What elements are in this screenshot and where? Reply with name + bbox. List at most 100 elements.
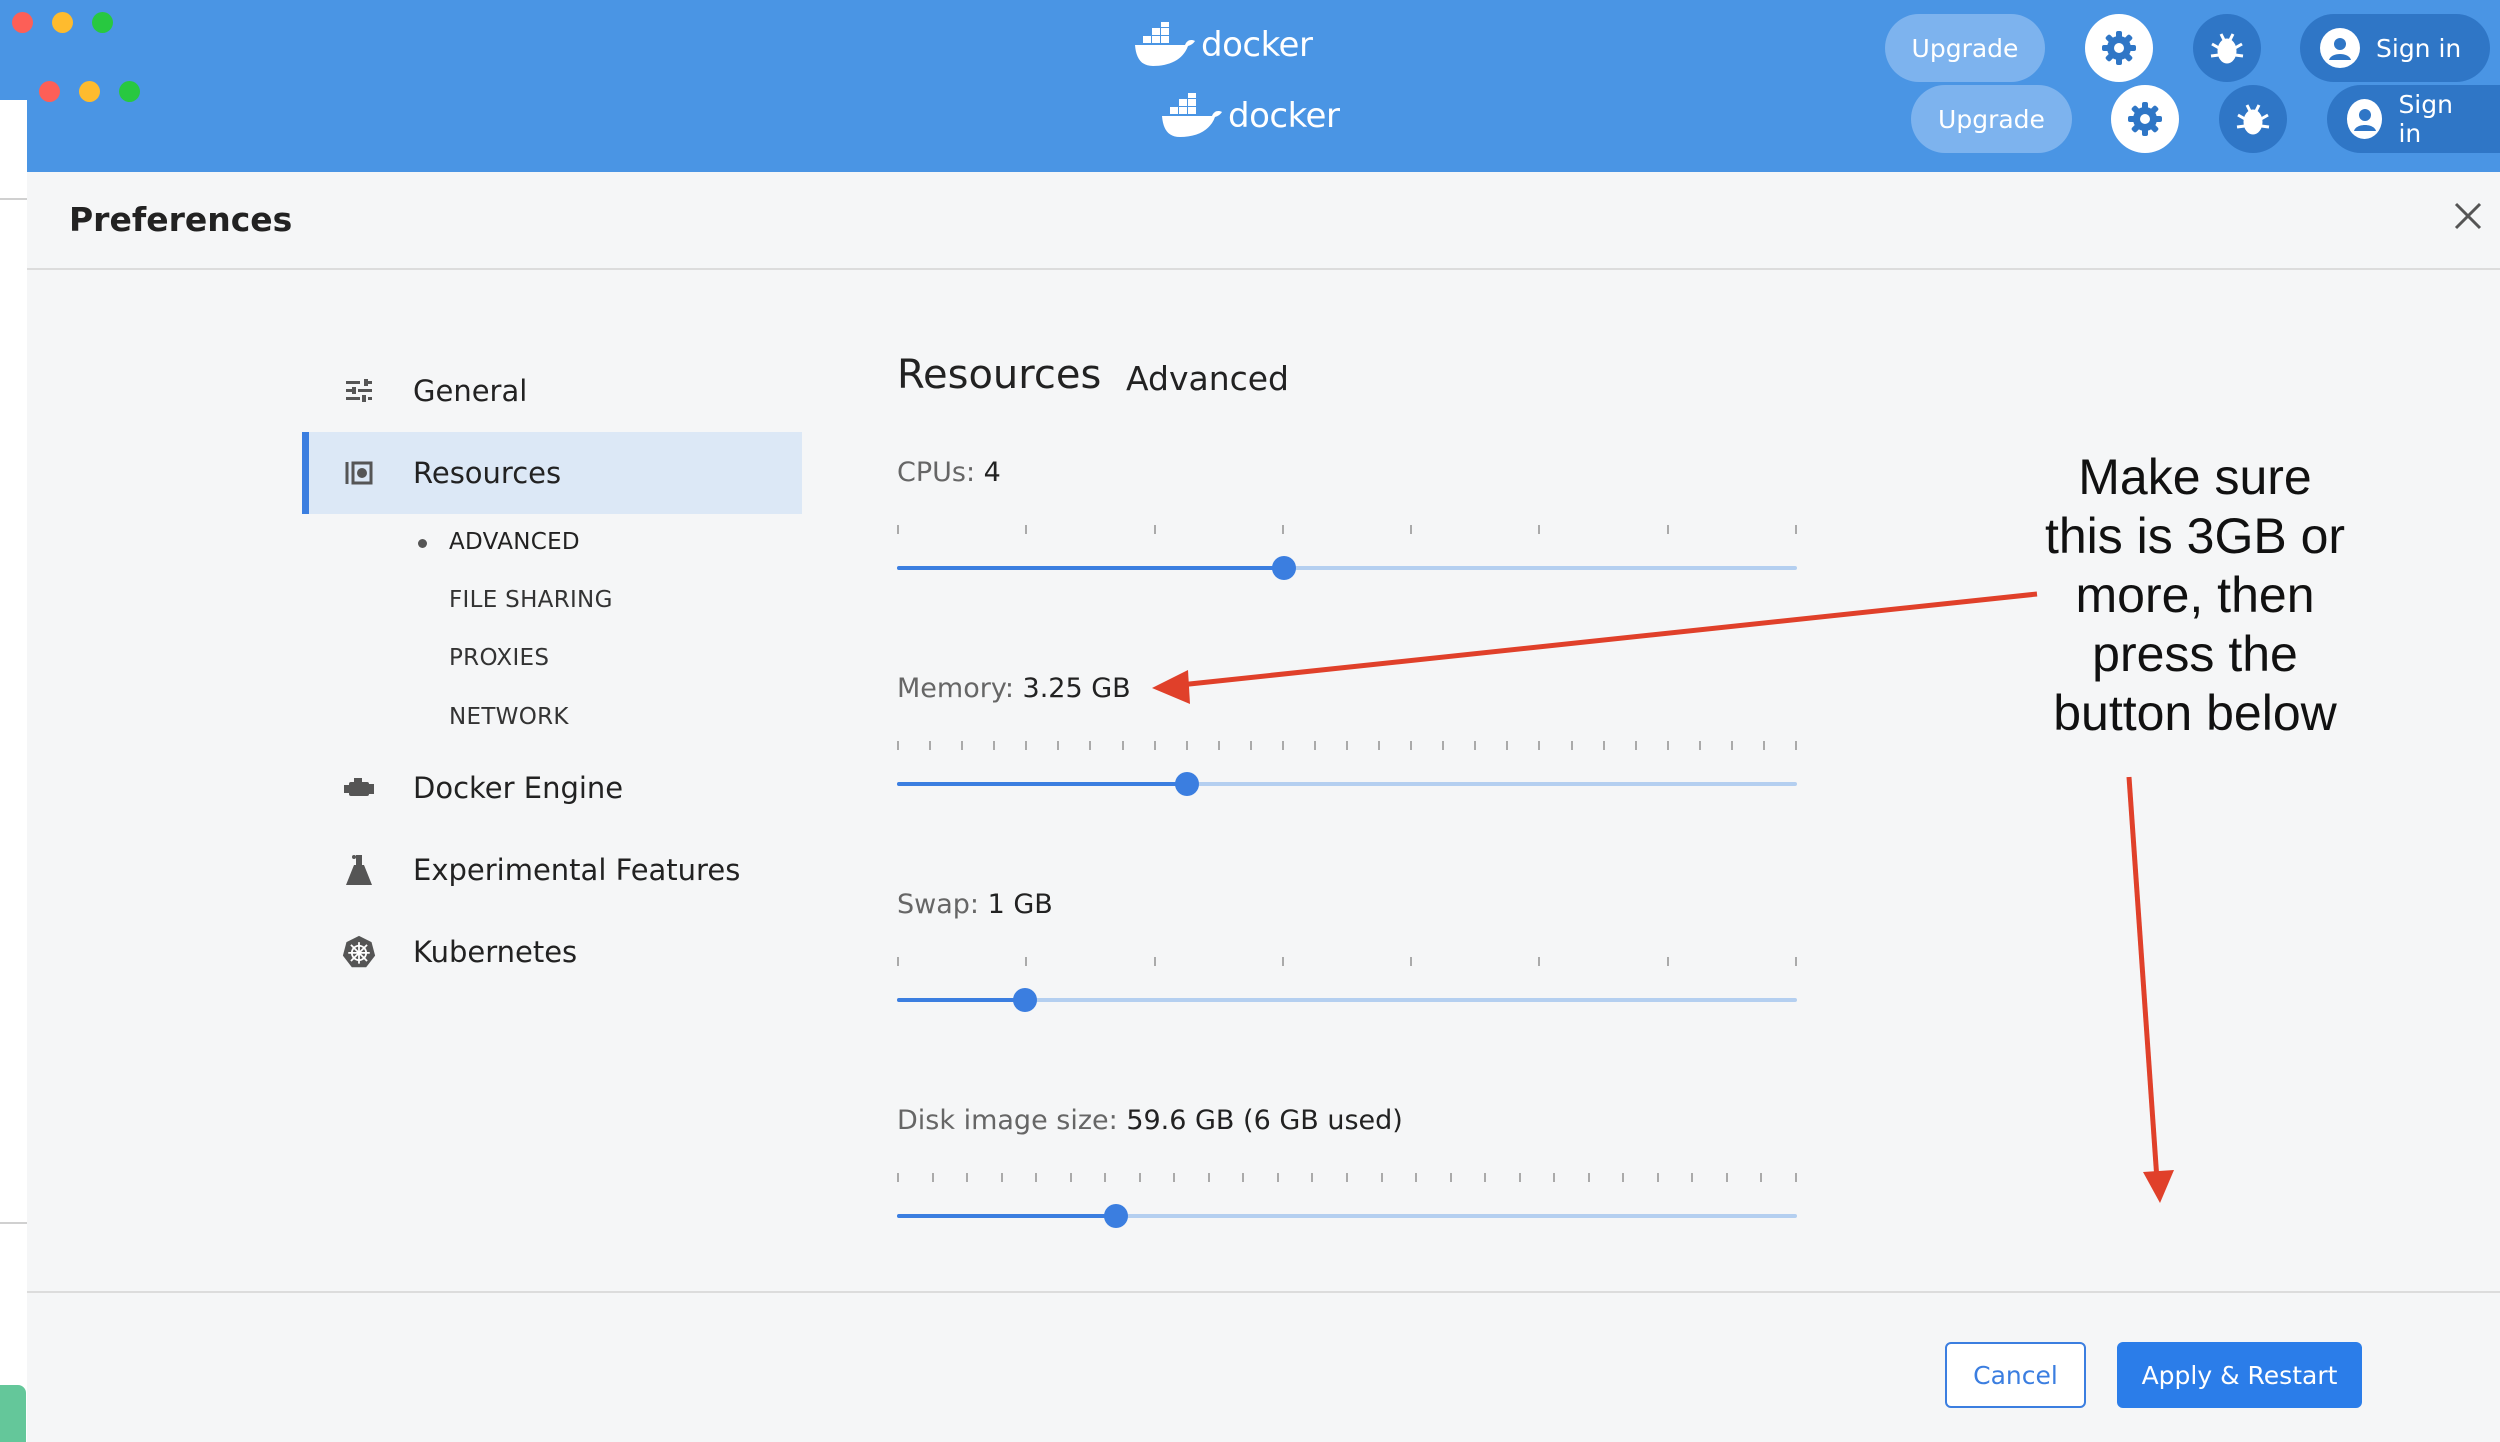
slider-ticks [897, 525, 1797, 535]
zoom-window-button[interactable] [92, 12, 113, 33]
header-divider [27, 268, 2500, 270]
cancel-button[interactable]: Cancel [1945, 1342, 2086, 1408]
arrow-to-memory [1179, 591, 2038, 688]
slider-tick [1154, 957, 1156, 966]
slider-tick [1763, 741, 1765, 750]
sidebar-item-general[interactable]: General [302, 350, 802, 432]
subitem-proxies[interactable]: PROXIES [449, 645, 549, 671]
apply-restart-button[interactable]: Apply & Restart [2117, 1342, 2362, 1408]
slider-tick [1346, 741, 1348, 750]
slider-tick [1025, 525, 1027, 534]
slider-tick [1282, 525, 1284, 534]
zoom-window-button[interactable] [119, 81, 140, 102]
slider-tick [1691, 1173, 1693, 1182]
slider-tick [1506, 741, 1508, 750]
slider-tick [1760, 1173, 1762, 1182]
slider-tick [1070, 1173, 1072, 1182]
slider-tick [1731, 741, 1733, 750]
sidebar-item-label: Kubernetes [413, 935, 578, 969]
slider-tick [1657, 1173, 1659, 1182]
subitem-advanced[interactable]: ADVANCED [449, 529, 580, 555]
slider-tick [1588, 1173, 1590, 1182]
slider-tick [1208, 1173, 1210, 1182]
docker-logo-text: docker [1228, 96, 1340, 136]
sidebar-item-docker-engine[interactable]: Docker Engine [302, 747, 802, 829]
whale-icon [1135, 22, 1195, 66]
slider-tick [1346, 1173, 1348, 1182]
memory-slider[interactable] [897, 741, 1797, 821]
slider-tick [1795, 957, 1797, 966]
slider-tick [1538, 957, 1540, 966]
slider-tick [1795, 525, 1797, 534]
cpus-slider[interactable] [897, 525, 1797, 605]
disk-image-size-slider[interactable] [897, 1173, 1797, 1253]
subitem-file-sharing[interactable]: FILE SHARING [449, 587, 613, 613]
background-window-edge [0, 100, 27, 1442]
close-window-button[interactable] [39, 81, 60, 102]
swap-value: 1 GB [987, 889, 1053, 920]
slider-tick [1122, 741, 1124, 750]
sign-in-button-back[interactable]: Sign in [2300, 14, 2490, 82]
upgrade-button[interactable]: Upgrade [1911, 85, 2072, 153]
arrow-head-memory [1152, 670, 1190, 704]
arrow-head-apply [2143, 1170, 2174, 1203]
slider-tick [966, 1173, 968, 1182]
sidebar-item-label: Resources [413, 456, 562, 490]
slider-tick [897, 957, 899, 966]
memory-value: 3.25 GB [1022, 673, 1131, 704]
slider-tick [1381, 1173, 1383, 1182]
annotation-line: press the [2092, 626, 2298, 682]
sidebar-item-experimental-features[interactable]: Experimental Features [302, 829, 802, 911]
slider-tick [1104, 1173, 1106, 1182]
slider-tick [1667, 741, 1669, 750]
whale-icon [1162, 93, 1222, 137]
settings-button[interactable] [2111, 85, 2179, 153]
memory-label-text: Memory: [897, 673, 1014, 704]
slider-tick [1726, 1173, 1728, 1182]
settings-button-back[interactable] [2085, 14, 2153, 82]
sidebar-item-kubernetes[interactable]: Kubernetes [302, 911, 802, 993]
slider-tick [1415, 1173, 1417, 1182]
minimize-window-button[interactable] [79, 81, 100, 102]
slider-tick [1667, 525, 1669, 534]
sidebar-item-resources[interactable]: Resources [302, 432, 802, 514]
disk-image-size-label: Disk image size: 59.6 GB (6 GB used) [897, 1105, 1403, 1136]
sidebar-item-label: General [413, 374, 528, 408]
close-window-button[interactable] [12, 12, 33, 33]
minimize-window-button[interactable] [52, 12, 73, 33]
slider-tick [1025, 957, 1027, 966]
slider-tick [1250, 741, 1252, 750]
swap-slider[interactable] [897, 957, 1797, 1037]
slider-tick [1282, 741, 1284, 750]
slider-ticks [897, 957, 1797, 967]
slider-tick [932, 1173, 934, 1182]
slider-tick [929, 741, 931, 750]
arrow-to-apply [2126, 776, 2160, 1181]
slider-tick [897, 1173, 899, 1182]
sign-in-button[interactable]: Sign in [2327, 85, 2500, 153]
bug-report-button-back[interactable] [2193, 14, 2261, 82]
disk-image-size-value: 59.6 GB (6 GB used) [1126, 1105, 1403, 1136]
bug-report-button[interactable] [2219, 85, 2287, 153]
slider-thumb[interactable] [1104, 1204, 1128, 1228]
annotation-line: button below [2053, 685, 2337, 741]
slider-tick [897, 741, 899, 750]
subitem-network[interactable]: NETWORK [449, 704, 569, 730]
slider-thumb[interactable] [1175, 772, 1199, 796]
slider-tick [993, 741, 995, 750]
flask-icon [342, 853, 376, 887]
cpus-label: CPUs: 4 [897, 457, 1001, 488]
user-avatar-icon [2320, 28, 2360, 68]
slider-tick [1442, 741, 1444, 750]
annotation-line: Make sure [2078, 449, 2312, 505]
background-window-fragment [0, 1385, 26, 1442]
slider-thumb[interactable] [1013, 988, 1037, 1012]
section-title: Resources [897, 352, 1102, 398]
upgrade-button-back[interactable]: Upgrade [1885, 14, 2045, 82]
slider-thumb[interactable] [1272, 556, 1296, 580]
sign-in-label: Sign in [2398, 90, 2453, 148]
slider-tick [1635, 741, 1637, 750]
slider-tick [1795, 1173, 1797, 1182]
window-controls [39, 81, 140, 102]
close-icon[interactable] [2450, 198, 2486, 234]
